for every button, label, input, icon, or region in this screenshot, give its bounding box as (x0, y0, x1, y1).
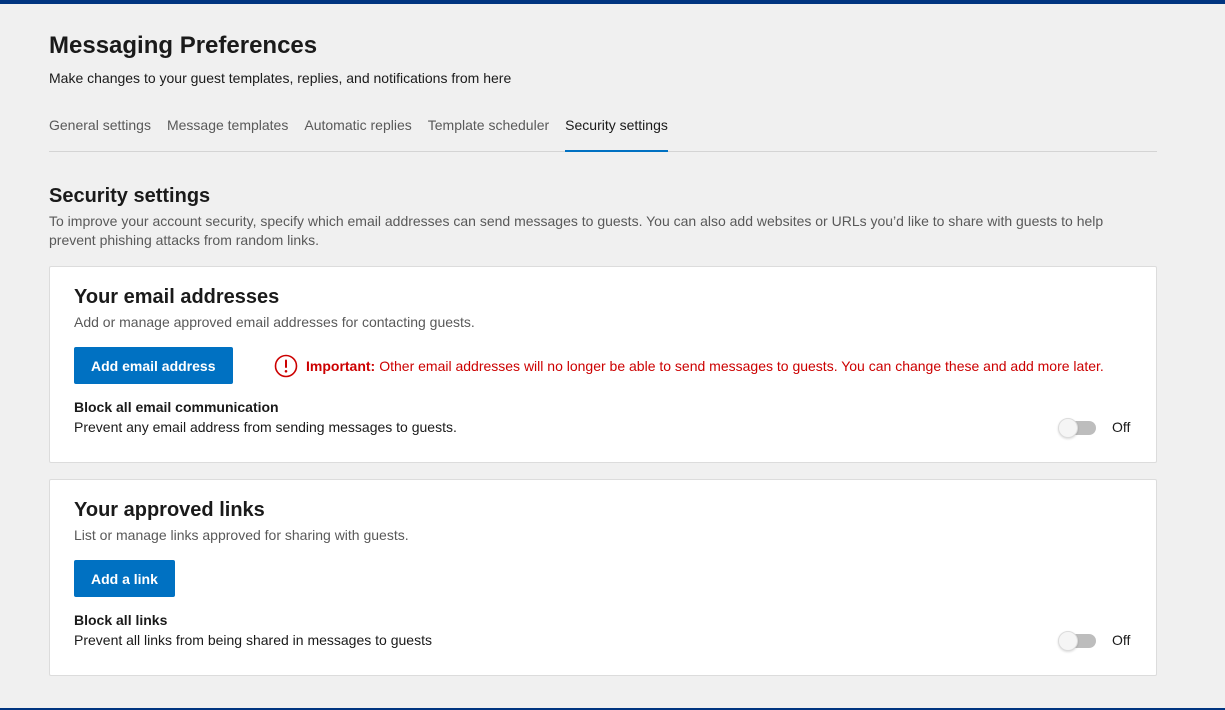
block-links-title: Block all links (74, 612, 168, 628)
add-email-address-button[interactable]: Add email address (74, 347, 233, 384)
block-links-description: Prevent all links from being shared in m… (74, 632, 432, 648)
tab-template-scheduler[interactable]: Template scheduler (428, 104, 549, 150)
email-addresses-card: Your email addresses Add or manage appro… (49, 266, 1157, 463)
toggle-knob (1058, 631, 1078, 651)
top-brand-bar (0, 0, 1225, 4)
page-subtitle: Make changes to your guest templates, re… (49, 70, 512, 86)
page-title: Messaging Preferences (49, 32, 318, 59)
tab-general-settings[interactable]: General settings (49, 104, 151, 150)
alert-strong-text: Important: (306, 358, 376, 374)
block-links-toggle[interactable] (1058, 631, 1096, 651)
important-alert: Important: Other email addresses will no… (274, 354, 1104, 378)
block-email-toggle[interactable] (1058, 418, 1096, 438)
tab-message-templates[interactable]: Message templates (167, 104, 288, 150)
block-links-toggle-label: Off (1112, 632, 1131, 648)
block-email-description: Prevent any email address from sending m… (74, 419, 457, 435)
card-title: Your approved links (74, 499, 265, 521)
block-email-title: Block all email communication (74, 399, 279, 415)
alert-text: Other email addresses will no longer be … (379, 358, 1104, 374)
section-title: Security settings (49, 185, 211, 207)
approved-links-card: Your approved links List or manage links… (49, 479, 1157, 676)
card-description: Add or manage approved email addresses f… (74, 314, 475, 330)
tab-security-settings[interactable]: Security settings (565, 104, 668, 152)
toggle-knob (1058, 418, 1078, 438)
card-title: Your email addresses (74, 286, 280, 308)
tab-bar: General settings Message templates Autom… (49, 104, 1157, 152)
tab-automatic-replies[interactable]: Automatic replies (304, 104, 411, 150)
add-link-button[interactable]: Add a link (74, 560, 175, 597)
block-email-toggle-label: Off (1112, 419, 1131, 435)
exclamation-circle-icon (274, 354, 298, 378)
section-description: To improve your account security, specif… (49, 213, 1104, 248)
card-description: List or manage links approved for sharin… (74, 527, 409, 543)
